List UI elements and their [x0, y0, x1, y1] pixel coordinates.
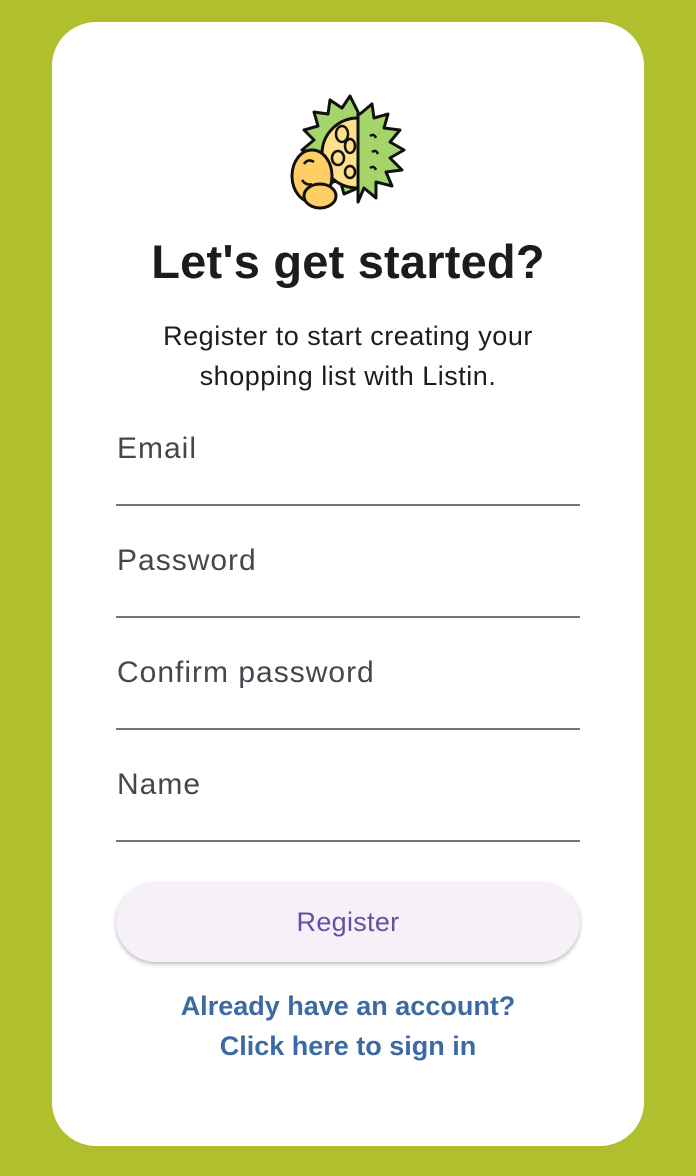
- name-field[interactable]: Name: [116, 758, 584, 842]
- confirm-password-field[interactable]: Confirm password: [116, 646, 584, 730]
- password-input[interactable]: [116, 534, 584, 618]
- name-input[interactable]: [116, 758, 584, 842]
- password-field[interactable]: Password: [116, 534, 584, 618]
- sign-in-link-line2[interactable]: Click here to sign in: [112, 1026, 584, 1066]
- sign-in-link[interactable]: Already have an account? Click here to s…: [112, 986, 584, 1066]
- confirm-password-input[interactable]: [116, 646, 584, 730]
- sign-in-link-line1[interactable]: Already have an account?: [112, 986, 584, 1026]
- email-input[interactable]: [116, 422, 584, 506]
- durian-fruit-icon: [280, 84, 416, 218]
- register-button[interactable]: Register: [116, 882, 580, 962]
- register-card: Let's get started? Register to start cre…: [52, 22, 644, 1146]
- page-subtitle: Register to start creating your shopping…: [163, 321, 533, 391]
- email-field[interactable]: Email: [116, 422, 584, 506]
- page-title: Let's get started?: [151, 235, 545, 288]
